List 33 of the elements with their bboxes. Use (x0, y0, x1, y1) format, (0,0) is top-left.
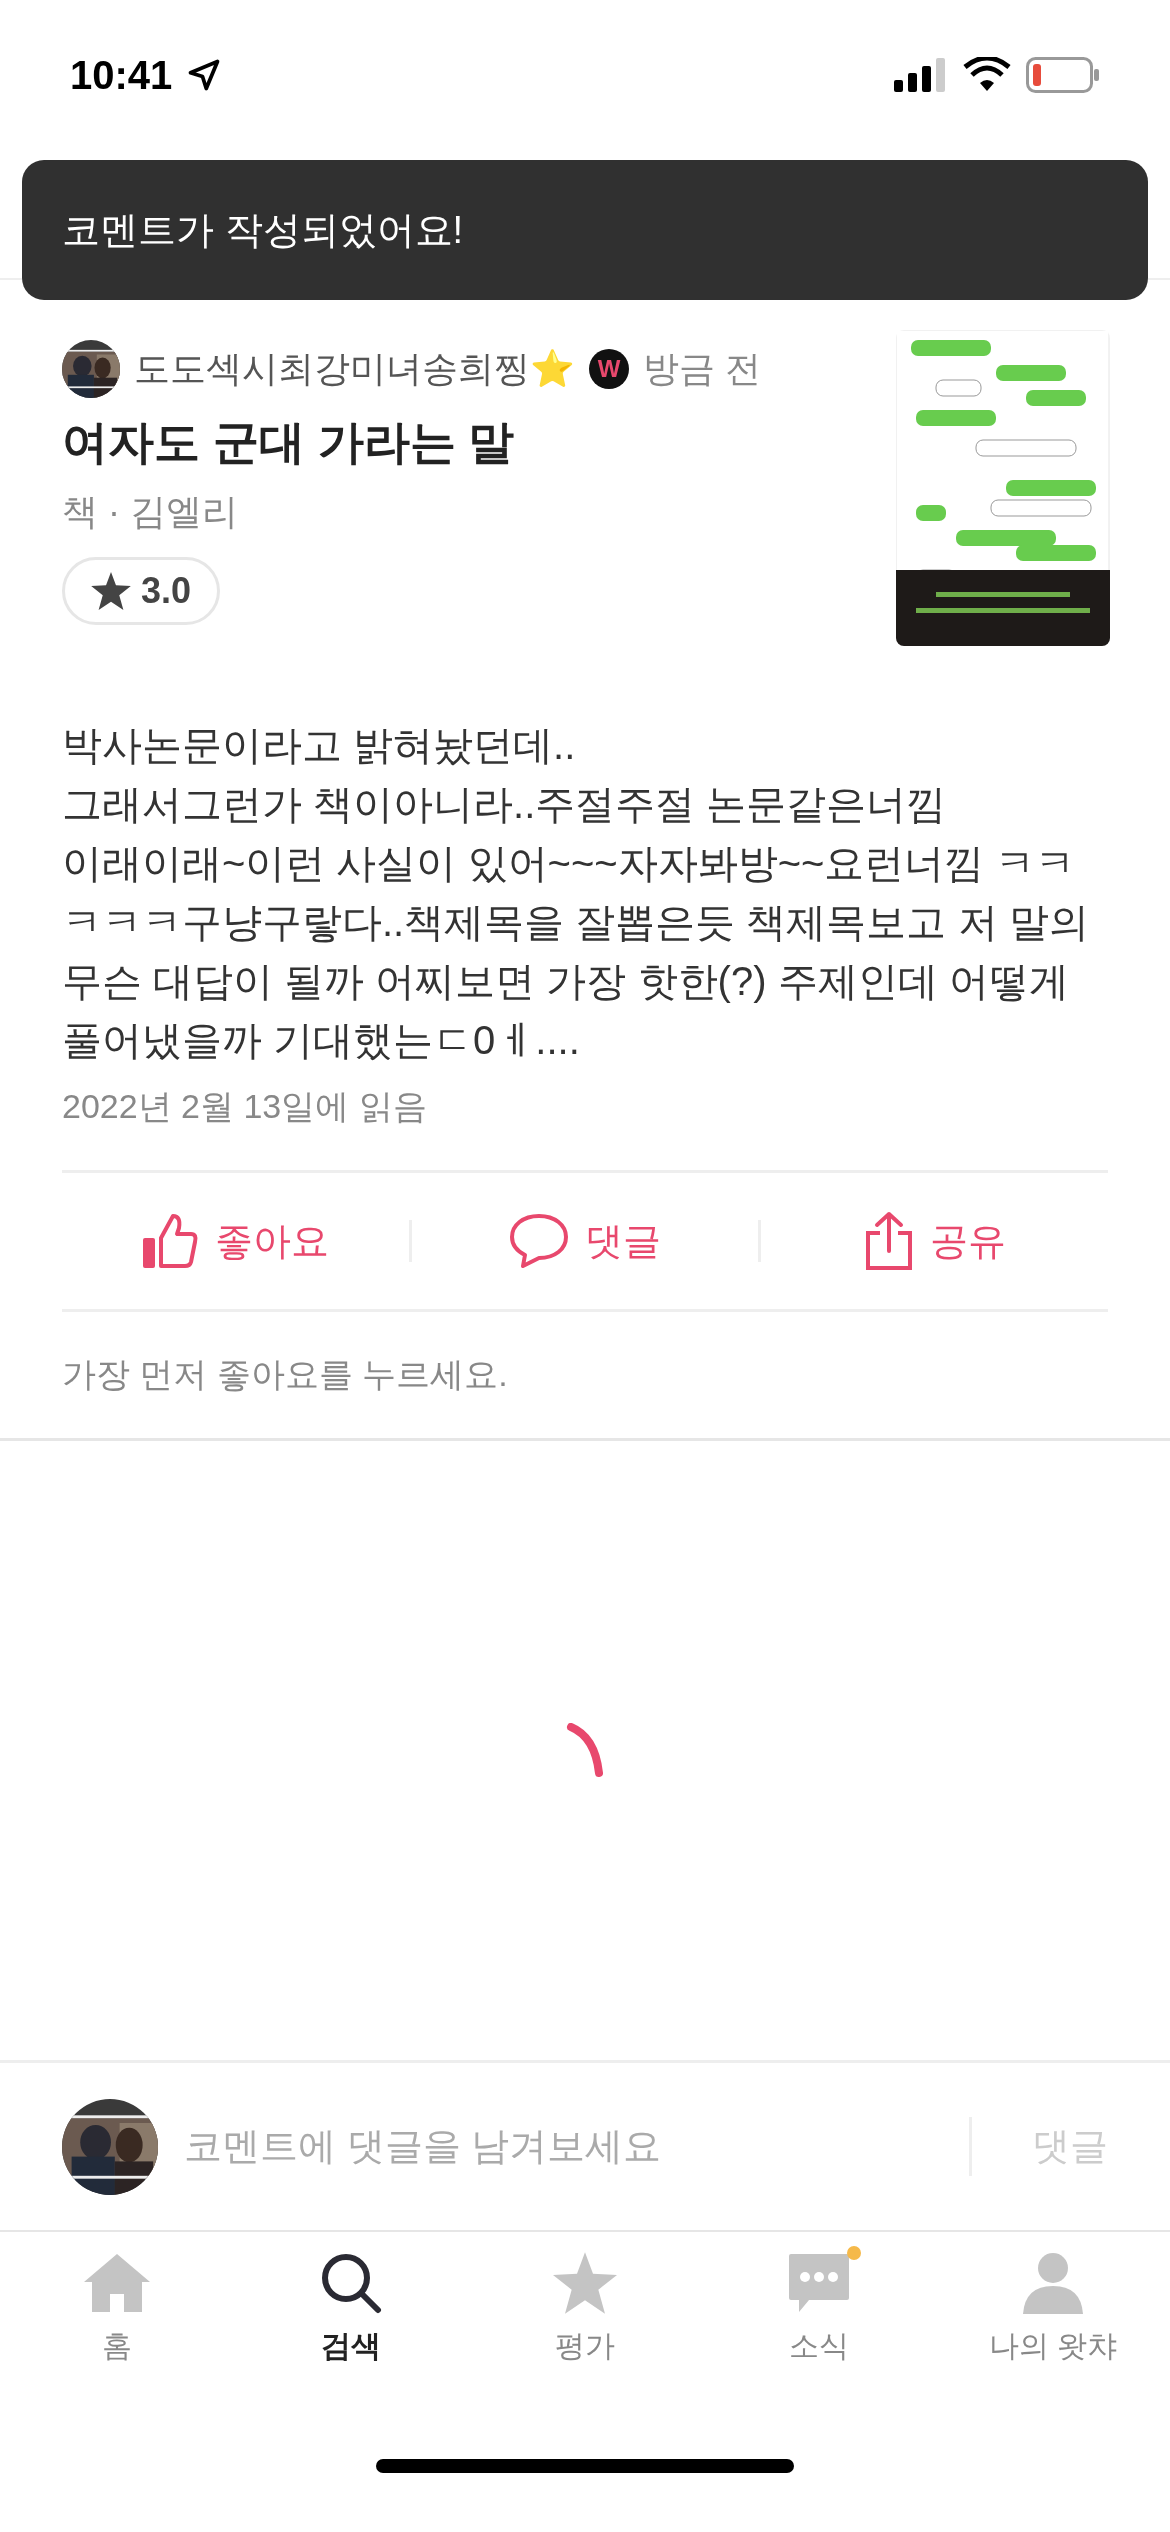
home-icon (82, 2252, 152, 2314)
signal-icon (894, 58, 948, 92)
chat-icon (787, 2252, 851, 2314)
comment-text: 박사논문이라고 밝혀놨던데.. 그래서그런가 책이아니라..주절주절 논문같은너낌 이래이래~이런 사실이 있어~~~자자봐방~~요런너낌 ㅋㅋㅋㅋㅋ구냥구랗다..책제목을 잘뽑은듯 책제목보고 저 말의 무슨 대답이 될까 어찌보면 가장 핫한(?) 주제인데 어떻게 풀어냈을까 기대했는ㄷ0ㅔ.... (62, 722, 1090, 1064)
toast-message: 코멘트가 작성되었어요! (62, 207, 464, 253)
book-title: 여자도 군대 가라는 말 (62, 415, 516, 470)
share-button[interactable]: 공유 (761, 1211, 1108, 1271)
speech-bubble-icon (509, 1213, 569, 1269)
post-time: 방금 전 (643, 346, 761, 391)
clock-time: 10:41 (70, 52, 173, 98)
thumbs-up-icon (141, 1212, 200, 1270)
share-icon (863, 1211, 914, 1271)
author-name: 도도섹시최강미녀송희찡⭐ (134, 346, 575, 391)
star-icon (91, 572, 131, 610)
loading-spinner (565, 1722, 605, 1779)
person-icon (1021, 2252, 1085, 2314)
badge-icon: W (589, 349, 629, 389)
tab-item[interactable]: 평가 (468, 2232, 702, 2400)
tab-item[interactable]: 검색 (234, 2232, 468, 2400)
rating-value: 3.0 (141, 570, 192, 612)
tab-item[interactable]: 홈 (0, 2232, 234, 2400)
tab-item[interactable]: 소식 (702, 2232, 936, 2400)
like-hint: 가장 먼저 좋아요를 누르세요. (61, 1354, 509, 1395)
reply-input-field[interactable]: 코멘트에 댓글을 남겨보세요 (182, 2124, 945, 2169)
search-icon (320, 2252, 382, 2314)
battery-icon (1026, 57, 1100, 93)
star-icon (553, 2252, 617, 2314)
reply-button[interactable]: 댓글 (411, 1213, 759, 1269)
tab-item[interactable]: 나의 왓챠 (936, 2232, 1170, 2400)
book-meta: 책 · 김엘리 (62, 490, 239, 534)
wifi-icon (962, 57, 1012, 93)
like-button[interactable]: 좋아요 (62, 1212, 409, 1270)
read-date: 2022년 2월 13일에 읽음 (62, 1086, 428, 1127)
